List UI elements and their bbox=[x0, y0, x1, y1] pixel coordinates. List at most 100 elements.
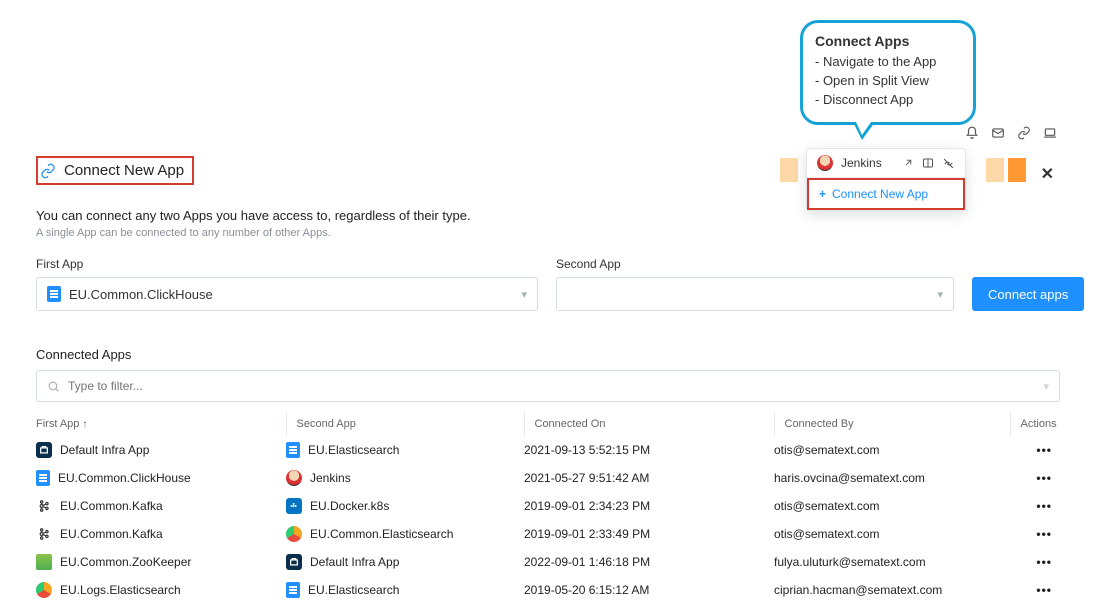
link-icon[interactable] bbox=[1016, 125, 1032, 141]
callout-bubble: Connect Apps - Navigate to the App - Ope… bbox=[800, 20, 976, 125]
second-app-cell[interactable]: EU.Elasticsearch bbox=[286, 442, 516, 458]
first-app-cell[interactable]: EU.Common.Kafka bbox=[36, 498, 278, 514]
second-app-name: EU.Common.Elasticsearch bbox=[310, 527, 453, 541]
callout-tail-inner bbox=[856, 122, 871, 135]
second-app-cell[interactable]: Default Infra App bbox=[286, 554, 516, 570]
col-second-app[interactable]: Second App bbox=[286, 412, 524, 436]
first-app-name: EU.Common.ZooKeeper bbox=[60, 555, 191, 569]
filter-input-wrapper[interactable]: ▾ bbox=[36, 370, 1060, 402]
second-app-select[interactable]: ▾ bbox=[556, 277, 954, 311]
first-app-label: First App bbox=[36, 257, 538, 271]
sort-asc-icon: ↑ bbox=[82, 419, 87, 430]
col-actions: Actions bbox=[1010, 412, 1060, 436]
navigate-icon[interactable] bbox=[903, 157, 914, 170]
connected-by-cell: ciprian.hacman@sematext.com bbox=[774, 576, 1010, 604]
mail-icon[interactable] bbox=[990, 125, 1006, 141]
table-row: EU.Common.ZooKeeper Default Infra App 2022… bbox=[36, 548, 1060, 576]
first-app-name: EU.Logs.Elasticsearch bbox=[60, 583, 181, 597]
table-row: EU.Common.Kafka EU.Common.Elasticsearch 20… bbox=[36, 520, 1060, 548]
link-icon bbox=[40, 163, 56, 179]
first-app-cell[interactable]: EU.Common.Kafka bbox=[36, 526, 278, 542]
description-sub: A single App can be connected to any num… bbox=[36, 227, 1060, 239]
first-app-cell[interactable]: EU.Common.ZooKeeper bbox=[36, 554, 278, 570]
popover-app-label: Jenkins bbox=[841, 156, 882, 170]
disconnect-icon[interactable] bbox=[942, 157, 955, 170]
split-view-icon[interactable] bbox=[922, 157, 934, 170]
doc-icon bbox=[286, 442, 300, 458]
filter-input[interactable] bbox=[68, 379, 1035, 393]
row-actions-button[interactable]: ••• bbox=[1010, 576, 1060, 604]
second-app-name: EU.Elasticsearch bbox=[308, 443, 399, 457]
connected-by-cell: otis@sematext.com bbox=[774, 436, 1010, 464]
main-content: You can connect any two Apps you have ac… bbox=[36, 198, 1060, 604]
col-connected-on[interactable]: Connected On bbox=[524, 412, 774, 436]
callout-line: - Open in Split View bbox=[815, 72, 961, 91]
row-actions-button[interactable]: ••• bbox=[1010, 436, 1060, 464]
docker-icon bbox=[286, 498, 302, 514]
connected-apps-title: Connected Apps bbox=[36, 347, 1060, 362]
first-app-select[interactable]: EU.Common.ClickHouse ▾ bbox=[36, 277, 538, 311]
col-first-app[interactable]: First App↑ bbox=[36, 412, 286, 436]
elasticsearch-icon bbox=[36, 582, 52, 598]
second-app-col: Second App ▾ bbox=[556, 257, 954, 311]
first-app-name: EU.Common.Kafka bbox=[60, 499, 163, 513]
second-app-cell[interactable]: Jenkins bbox=[286, 470, 516, 486]
second-app-cell[interactable]: EU.Elasticsearch bbox=[286, 582, 516, 598]
connect-apps-button[interactable]: Connect apps bbox=[972, 277, 1084, 311]
row-actions-button[interactable]: ••• bbox=[1010, 520, 1060, 548]
jenkins-icon bbox=[286, 470, 302, 486]
connected-on-cell: 2019-09-01 2:33:49 PM bbox=[524, 520, 774, 548]
doc-icon bbox=[286, 582, 300, 598]
chevron-down-icon: ▾ bbox=[521, 288, 527, 301]
second-app-name: EU.Docker.k8s bbox=[310, 499, 389, 513]
second-app-name: EU.Elasticsearch bbox=[308, 583, 399, 597]
close-button[interactable]: ✕ bbox=[1041, 164, 1054, 184]
connected-by-cell: fulya.uluturk@sematext.com bbox=[774, 548, 1010, 576]
first-app-cell[interactable]: EU.Common.ClickHouse bbox=[36, 470, 278, 486]
second-app-cell[interactable]: EU.Docker.k8s bbox=[286, 498, 516, 514]
connected-by-cell: otis@sematext.com bbox=[774, 520, 1010, 548]
second-app-name: Jenkins bbox=[310, 471, 351, 485]
second-app-cell[interactable]: EU.Common.Elasticsearch bbox=[286, 526, 516, 542]
connected-on-cell: 2021-05-27 9:51:42 AM bbox=[524, 464, 774, 492]
callout-line: - Disconnect App bbox=[815, 91, 961, 110]
popover-app-row[interactable]: Jenkins bbox=[807, 149, 965, 177]
first-app-name: EU.Common.Kafka bbox=[60, 527, 163, 541]
form-row: First App EU.Common.ClickHouse ▾ Second … bbox=[36, 257, 1060, 311]
row-actions-button[interactable]: ••• bbox=[1010, 548, 1060, 576]
first-app-cell[interactable]: Default Infra App bbox=[36, 442, 278, 458]
callout-title: Connect Apps bbox=[815, 33, 961, 49]
bell-icon[interactable] bbox=[964, 125, 980, 141]
first-app-name: Default Infra App bbox=[60, 443, 149, 457]
connected-on-cell: 2022-09-01 1:46:18 PM bbox=[524, 548, 774, 576]
page-title: Connect New App bbox=[64, 162, 184, 179]
connected-on-cell: 2021-09-13 5:52:15 PM bbox=[524, 436, 774, 464]
second-app-name: Default Infra App bbox=[310, 555, 399, 569]
second-app-label: Second App bbox=[556, 257, 954, 271]
laptop-icon[interactable] bbox=[1042, 125, 1058, 141]
row-actions-button[interactable]: ••• bbox=[1010, 464, 1060, 492]
kafka-icon bbox=[36, 498, 52, 514]
connected-on-cell: 2019-09-01 2:34:23 PM bbox=[524, 492, 774, 520]
elasticsearch-icon bbox=[286, 526, 302, 542]
table-row: Default Infra App EU.Elasticsearch 2021-09… bbox=[36, 436, 1060, 464]
table-row: EU.Common.Kafka EU.Docker.k8s 2019-09-01 2… bbox=[36, 492, 1060, 520]
infra-icon bbox=[286, 554, 302, 570]
first-app-value: EU.Common.ClickHouse bbox=[69, 287, 213, 302]
doc-icon bbox=[47, 286, 61, 302]
search-icon bbox=[47, 380, 60, 393]
row-actions-button[interactable]: ••• bbox=[1010, 492, 1060, 520]
topbar-icon-row bbox=[964, 125, 1058, 141]
first-app-cell[interactable]: EU.Logs.Elasticsearch bbox=[36, 582, 278, 598]
doc-icon bbox=[36, 470, 50, 486]
col-connected-by[interactable]: Connected By bbox=[774, 412, 1010, 436]
table-row: EU.Logs.Elasticsearch EU.Elasticsearch 201… bbox=[36, 576, 1060, 604]
infra-icon bbox=[36, 442, 52, 458]
connected-on-cell: 2019-05-20 6:15:12 AM bbox=[524, 576, 774, 604]
jenkins-icon bbox=[817, 155, 833, 171]
kafka-icon bbox=[36, 526, 52, 542]
connected-by-cell: haris.ovcina@sematext.com bbox=[774, 464, 1010, 492]
first-app-col: First App EU.Common.ClickHouse ▾ bbox=[36, 257, 538, 311]
description-main: You can connect any two Apps you have ac… bbox=[36, 208, 1060, 223]
first-app-name: EU.Common.ClickHouse bbox=[58, 471, 191, 485]
